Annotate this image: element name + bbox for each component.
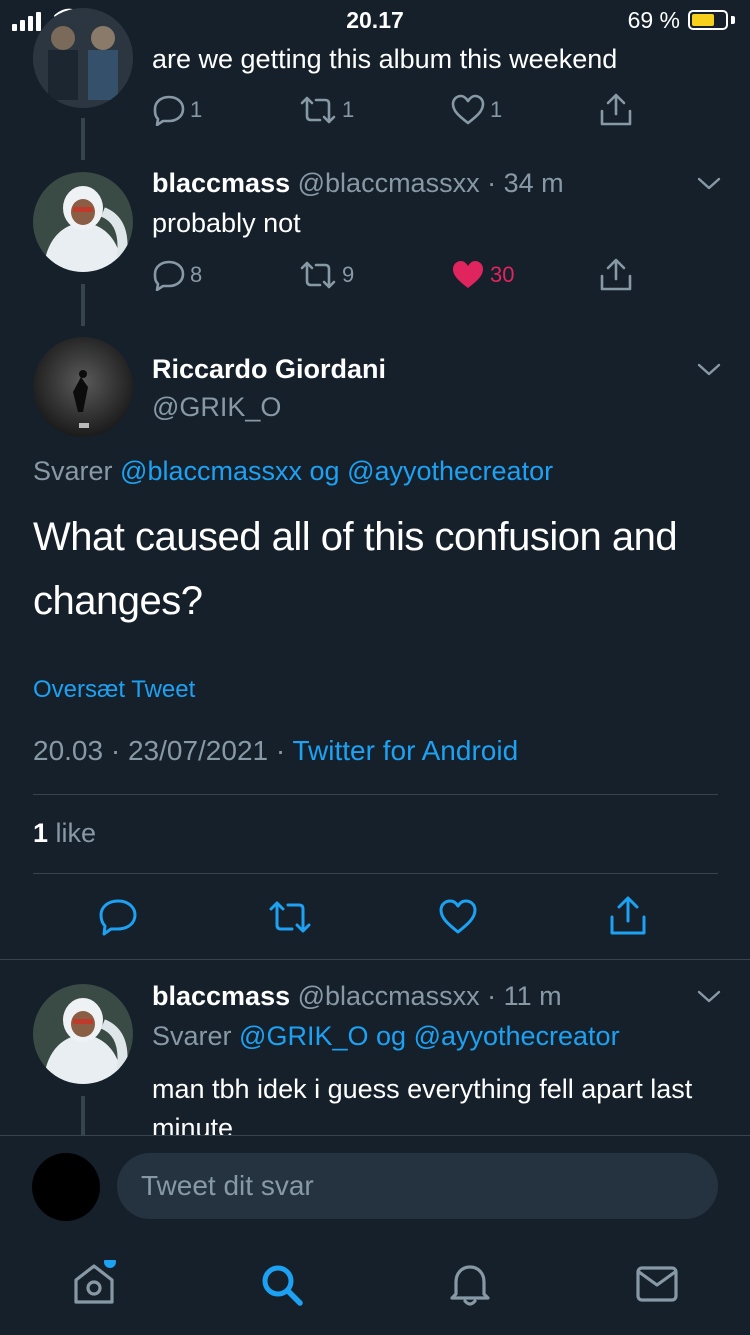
- share-icon[interactable]: [598, 93, 634, 127]
- notifications-icon[interactable]: [446, 1260, 494, 1308]
- chevron-down-icon[interactable]: [696, 989, 722, 1005]
- battery-tip: [731, 16, 735, 24]
- heart-icon[interactable]: [438, 898, 478, 936]
- thread-line: [81, 1096, 85, 1136]
- chevron-down-icon[interactable]: [696, 362, 722, 378]
- mention-link[interactable]: @blaccmassxx: [120, 456, 302, 486]
- divider: [0, 959, 750, 960]
- share-icon[interactable]: [608, 896, 648, 936]
- reply-icon: [153, 260, 185, 291]
- tweet-source[interactable]: Twitter for Android: [292, 735, 518, 766]
- likes-summary[interactable]: 1 like: [33, 818, 96, 849]
- reply-icon[interactable]: [98, 898, 138, 936]
- messages-icon[interactable]: [634, 1263, 680, 1305]
- battery-percent: 69 %: [627, 7, 680, 33]
- reply-context: Svarer @blaccmassxx og @ayyothecreator: [33, 456, 554, 486]
- thread-line: [81, 284, 85, 326]
- reply-count: 1: [190, 97, 203, 122]
- reply-icon: [153, 95, 185, 126]
- retweet-button[interactable]: 1: [298, 94, 354, 126]
- divider: [33, 873, 718, 874]
- reply-count: 8: [190, 262, 203, 287]
- share-icon[interactable]: [598, 258, 634, 292]
- tweet-time: · 34 m: [487, 168, 564, 198]
- tweet-text: What caused all of this confusion and ch…: [33, 515, 678, 623]
- my-avatar[interactable]: [32, 1153, 100, 1221]
- tweet-header: blaccmass @blaccmassxx · 11 m: [152, 981, 562, 1012]
- user-handle[interactable]: @blaccmassxx: [298, 168, 480, 198]
- heart-icon: [451, 94, 485, 125]
- heart-filled-icon: [453, 261, 483, 288]
- thread-line: [81, 118, 85, 160]
- retweet-icon: [300, 96, 336, 124]
- mention-link[interactable]: @GRIK_O: [239, 1021, 368, 1051]
- avatar[interactable]: [33, 337, 133, 437]
- avatar[interactable]: [33, 172, 133, 272]
- reply-button[interactable]: 8: [152, 259, 202, 291]
- avatar[interactable]: [33, 984, 133, 1084]
- retweet-count: 9: [342, 262, 355, 287]
- mention-link[interactable]: @ayyothecreator: [347, 456, 553, 486]
- like-button[interactable]: 30: [450, 259, 514, 291]
- user-name[interactable]: Riccardo Giordani: [152, 354, 386, 385]
- tweet-text: are we getting this album this weekend: [152, 44, 618, 74]
- like-label: like: [55, 818, 97, 848]
- user-name[interactable]: blaccmass: [152, 981, 290, 1011]
- translate-link[interactable]: Oversæt Tweet: [33, 676, 195, 704]
- divider: [33, 794, 718, 795]
- tweet-text: probably not: [152, 208, 301, 238]
- retweet-button[interactable]: 9: [298, 259, 354, 291]
- tweet-meta: 20.03 · 23/07/2021 · Twitter for Android: [33, 735, 518, 767]
- reply-input-placeholder: Tweet dit svar: [141, 1170, 314, 1201]
- mention-link[interactable]: @ayyothecreator: [414, 1021, 620, 1051]
- battery-icon: [688, 10, 728, 30]
- like-button[interactable]: 1: [450, 94, 502, 126]
- reply-button[interactable]: 1: [152, 94, 202, 126]
- retweet-icon[interactable]: [267, 898, 313, 936]
- reply-input[interactable]: Tweet dit svar: [117, 1153, 718, 1219]
- chevron-down-icon[interactable]: [696, 176, 722, 192]
- retweet-icon: [300, 261, 336, 289]
- search-icon[interactable]: [258, 1261, 306, 1309]
- retweet-count: 1: [342, 97, 355, 122]
- home-icon[interactable]: [70, 1260, 118, 1308]
- user-handle[interactable]: @GRIK_O: [152, 392, 281, 423]
- tweet-timestamp: 20.03 · 23/07/2021 ·: [33, 735, 286, 766]
- reply-context: Svarer @GRIK_O og @ayyothecreator: [152, 1021, 620, 1051]
- tweet-time: · 11 m: [487, 981, 562, 1011]
- like-count: 30: [490, 262, 515, 287]
- user-name[interactable]: blaccmass: [152, 168, 290, 198]
- tweet-header: blaccmass @blaccmassxx · 34 m: [152, 168, 564, 199]
- avatar[interactable]: [33, 8, 133, 108]
- like-count: 1: [490, 97, 503, 122]
- user-handle[interactable]: @blaccmassxx: [298, 981, 480, 1011]
- like-total: 1: [33, 818, 49, 848]
